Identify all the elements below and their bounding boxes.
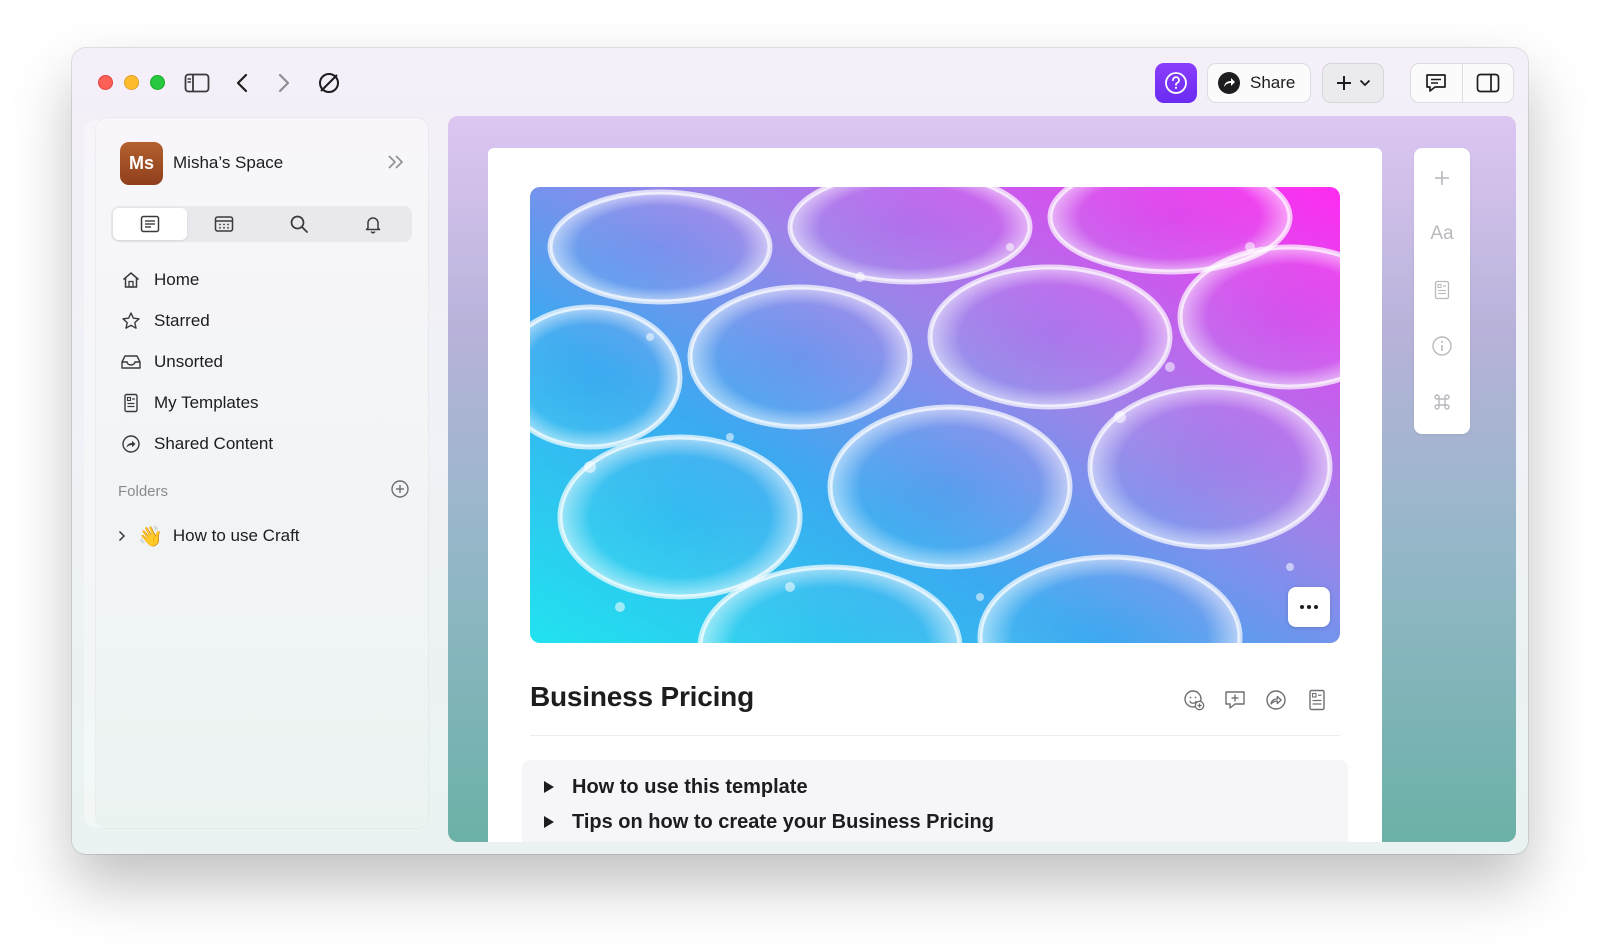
document-page: Business Pricing How to use this templat… — [488, 148, 1382, 842]
space-name: Misha’s Space — [173, 153, 284, 172]
share-button[interactable]: Share — [1207, 63, 1311, 103]
chevron-down-icon — [1359, 79, 1371, 87]
calendar-icon — [215, 216, 234, 232]
disclosure-triangle-icon[interactable] — [544, 781, 554, 793]
tab-notifications[interactable] — [336, 208, 410, 240]
tab-calendar[interactable] — [187, 208, 261, 240]
folder-item-how-to-use-craft[interactable]: 👋 How to use Craft — [118, 522, 410, 550]
sidebar-item-unsorted[interactable]: Unsorted — [120, 341, 410, 382]
template-icon — [120, 392, 142, 414]
shared-icon — [120, 433, 142, 455]
sidebar: Ms Misha’s Space Home Starred Unsorted M… — [96, 118, 428, 828]
tab-search[interactable] — [262, 208, 336, 240]
toggle-label: Tips on how to create your Business Pric… — [572, 810, 994, 833]
sidebar-tabs — [111, 206, 412, 242]
space-switcher[interactable]: Ms Misha’s Space — [120, 141, 410, 185]
folders-label: Folders — [118, 482, 169, 500]
sidebar-item-label: Starred — [154, 310, 210, 330]
sidebar-toggle-icon[interactable] — [182, 68, 212, 98]
cover-more-button[interactable] — [1288, 587, 1330, 627]
sidebar-item-label: Home — [154, 269, 200, 289]
add-comment-icon[interactable] — [1223, 688, 1246, 711]
disclosure-triangle-icon[interactable] — [544, 816, 554, 828]
folders-header: Folders — [118, 478, 410, 504]
share-document-icon[interactable] — [1264, 688, 1287, 711]
text-format-button[interactable]: Aa — [1414, 214, 1470, 254]
title-bar: Share — [72, 48, 1528, 118]
document-actions — [1182, 688, 1328, 711]
command-icon[interactable] — [1414, 382, 1470, 422]
star-icon — [120, 310, 142, 332]
toggle-group: How to use this template Tips on how to … — [522, 760, 1348, 842]
sidebar-item-label: My Templates — [154, 392, 259, 412]
toggle-tips-business-pricing[interactable]: Tips on how to create your Business Pric… — [544, 807, 994, 837]
minimize-window-button[interactable] — [124, 75, 139, 90]
right-sidebar-icon — [1476, 73, 1500, 93]
app-window: Share Ms Misha’s Space Home Starred Unso… — [72, 48, 1528, 854]
cover-image[interactable] — [530, 187, 1340, 643]
right-toolbar: Aa — [1414, 148, 1470, 434]
search-icon — [290, 215, 308, 233]
avatar: Ms — [120, 141, 163, 185]
help-icon — [1165, 72, 1187, 94]
sidebar-item-label: Unsorted — [154, 351, 223, 371]
chevron-right-icon[interactable] — [118, 530, 132, 542]
collapse-sidebar-icon[interactable] — [386, 153, 406, 176]
sidebar-item-label: Shared Content — [154, 433, 274, 453]
focus-mode-icon[interactable] — [314, 68, 344, 98]
tab-documents[interactable] — [113, 208, 188, 240]
more-icon — [1300, 605, 1304, 609]
document-canvas: Business Pricing How to use this templat… — [448, 116, 1516, 842]
bell-icon — [365, 217, 381, 234]
share-label: Share — [1250, 73, 1296, 92]
add-folder-icon[interactable] — [390, 479, 410, 504]
add-block-icon[interactable] — [1414, 158, 1470, 198]
inbox-icon — [120, 351, 142, 373]
home-icon — [120, 269, 142, 291]
sidebar-item-my-templates[interactable]: My Templates — [120, 382, 410, 423]
documents-icon — [140, 215, 160, 233]
folder-label: How to use Craft — [172, 526, 300, 545]
right-panel-button[interactable] — [1461, 64, 1514, 102]
toggle-how-to-use-template[interactable]: How to use this template — [544, 772, 808, 802]
more-icon-dot — [1314, 605, 1318, 609]
close-window-button[interactable] — [98, 75, 113, 90]
info-icon[interactable] — [1414, 326, 1470, 366]
zoom-window-button[interactable] — [150, 75, 165, 90]
sidebar-item-home[interactable]: Home — [120, 259, 410, 300]
more-icon-dot — [1307, 605, 1311, 609]
add-new-button[interactable] — [1322, 63, 1384, 103]
comment-icon — [1426, 74, 1447, 92]
comments-button[interactable] — [1411, 64, 1462, 102]
sidebar-nav: Home Starred Unsorted My Templates Share… — [120, 259, 410, 464]
title-divider — [530, 735, 1340, 736]
sidebar-item-starred[interactable]: Starred — [120, 300, 410, 341]
template-icon[interactable] — [1414, 270, 1470, 310]
toggle-label: How to use this template — [572, 775, 808, 798]
help-button[interactable] — [1155, 63, 1197, 103]
add-reaction-icon[interactable] — [1182, 688, 1205, 711]
waving-hand-icon: 👋 — [138, 525, 163, 548]
plus-icon — [1337, 76, 1351, 90]
panel-toggle-group — [1410, 63, 1514, 103]
sidebar-item-shared-content[interactable]: Shared Content — [120, 423, 410, 464]
back-icon[interactable] — [227, 68, 257, 98]
share-icon — [1218, 72, 1240, 94]
forward-icon[interactable] — [269, 68, 299, 98]
page-title[interactable]: Business Pricing — [530, 681, 754, 713]
template-icon[interactable] — [1305, 688, 1328, 711]
